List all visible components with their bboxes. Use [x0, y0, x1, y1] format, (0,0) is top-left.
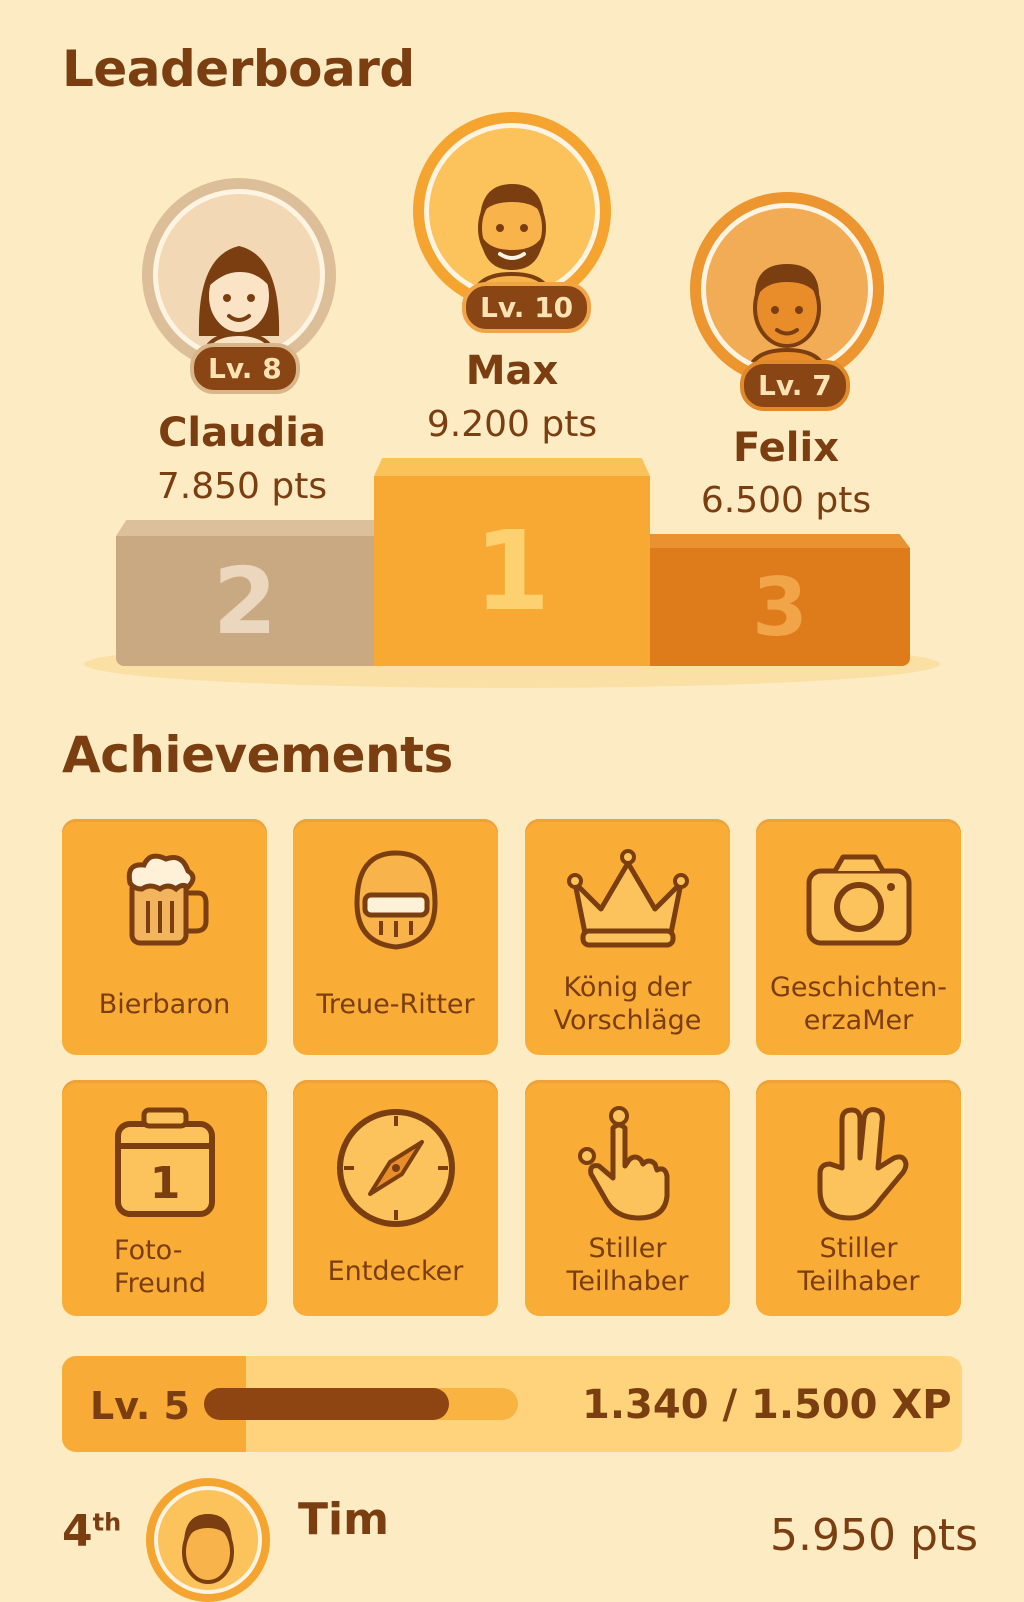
achievement-card[interactable]: Stiller Teilhaber	[756, 1080, 961, 1316]
current-level: Lv. 5	[90, 1384, 190, 1428]
achievement-card[interactable]: Entdecker	[293, 1080, 498, 1316]
achievement-label: König der Vorschläge	[553, 972, 702, 1036]
achievement-label: Bierbaron	[98, 988, 231, 1020]
achievement-card[interactable]: Geschichten-erzaMer	[756, 819, 961, 1055]
podium-rank-1: 1	[374, 476, 650, 666]
achievement-label: Foto-Freund	[114, 1235, 207, 1299]
man-avatar-icon	[746, 264, 828, 370]
bearded-man-avatar-icon	[471, 184, 553, 294]
xp-progress-card: Lv. 5 1.340 / 1.500 XP	[62, 1356, 962, 1452]
compass-icon	[336, 1109, 455, 1227]
player-points: 9.200 pts	[426, 404, 598, 445]
podium-block-first: 1	[374, 458, 650, 666]
achievement-card[interactable]: König der Vorschläge	[525, 819, 730, 1055]
achievement-card[interactable]: 1 Foto-Freund	[62, 1080, 267, 1316]
xp-progress-text: 1.340 / 1.500 XP	[582, 1382, 952, 1428]
level-badge: Lv. 10	[462, 282, 592, 333]
svg-text:1: 1	[149, 1158, 180, 1209]
woman-avatar-icon	[198, 246, 280, 356]
podium-rank-3: 3	[650, 548, 910, 666]
pointing-hand-icon	[577, 1106, 669, 1221]
peace-hand-icon	[817, 1107, 908, 1221]
level-badge: Lv. 7	[740, 360, 850, 411]
player-points: 6.500 pts	[700, 480, 872, 521]
player-name: Max	[465, 348, 559, 394]
achievement-label: Treue-Ritter	[316, 988, 475, 1020]
man-avatar-icon	[182, 1514, 234, 1584]
podium-rank-2: 2	[116, 536, 374, 666]
player-name: Felix	[732, 425, 840, 471]
player-points: 7.850 pts	[156, 466, 328, 507]
achievement-card[interactable]: Bierbaron	[62, 819, 267, 1055]
level-badge: Lv. 8	[190, 343, 300, 394]
achievement-label: Stiller Teilhaber	[797, 1233, 920, 1297]
crown-icon	[566, 849, 689, 948]
achievements-title: Achievements	[62, 726, 453, 784]
achievement-label: Entdecker	[327, 1255, 464, 1287]
achievement-card[interactable]: Treue-Ritter	[293, 819, 498, 1055]
achievement-label: Stiller Teilhaber	[566, 1233, 689, 1297]
beer-mug-icon	[126, 853, 208, 946]
player-name: Claudia	[158, 410, 326, 456]
camera-icon	[806, 854, 911, 946]
podium-block-second: 2	[116, 520, 374, 666]
calendar-icon: 1	[114, 1107, 215, 1217]
achievement-card[interactable]: Stiller Teilhaber	[525, 1080, 730, 1316]
podium-block-third: 3	[650, 534, 910, 666]
knight-helmet-icon	[353, 850, 438, 950]
rank-place: 4th	[62, 1506, 122, 1557]
avatar-felix[interactable]	[690, 192, 884, 386]
achievement-label: Geschichten-erzaMer	[769, 972, 948, 1036]
player-name: Tim	[298, 1494, 389, 1545]
leaderboard-title: Leaderboard	[62, 40, 415, 98]
xp-progress-track	[204, 1388, 518, 1420]
avatar-tim[interactable]	[146, 1478, 270, 1602]
xp-progress-fill	[204, 1388, 449, 1420]
avatar-max[interactable]	[413, 112, 611, 310]
